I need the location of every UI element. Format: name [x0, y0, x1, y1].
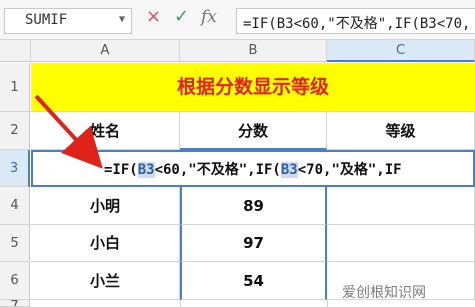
formula-part: <60,"不及格",IF( [154, 162, 281, 178]
name-box[interactable]: SUMIF ▼ [4, 8, 132, 34]
formula-text: =IF(B3<60,"不及格",IF(B3<70, [243, 16, 471, 32]
column-header-c[interactable]: C [327, 40, 475, 62]
column-header-a[interactable]: A [31, 40, 180, 62]
name-cell[interactable]: 小明 [31, 187, 180, 225]
insert-function-icon[interactable]: fx [201, 7, 217, 27]
name-box-value: SUMIF [25, 12, 68, 28]
score-cell[interactable]: 54 [180, 262, 327, 300]
header-name-cell[interactable]: 姓名 [31, 112, 180, 150]
grid-line [327, 300, 328, 307]
row-header-2[interactable]: 2 [0, 112, 30, 150]
grade-cell[interactable] [327, 187, 475, 225]
row-header-5[interactable]: 5 [0, 225, 30, 262]
grade-cell[interactable] [327, 225, 475, 262]
row-header-1[interactable]: 1 [0, 63, 30, 112]
score-cell[interactable]: 97 [180, 225, 327, 262]
formula-part: =IF( [104, 162, 138, 178]
row-header-4[interactable]: 4 [0, 187, 30, 225]
row-header-3[interactable]: 3 [0, 150, 30, 187]
cell-reference-b3: B3 [137, 162, 155, 178]
watermark: 爱创根知识网 [342, 285, 426, 301]
cancel-icon[interactable]: × [146, 6, 161, 27]
formula-part: <70,"及格",IF [297, 162, 402, 178]
formula-input[interactable]: =IF(B3<60,"不及格",IF(B3<70, [236, 8, 475, 34]
in-cell-formula[interactable]: =IF(B3<60,"不及格",IF(B3<70,"及格",IF [104, 159, 402, 179]
header-grade-cell[interactable]: 等级 [327, 112, 475, 150]
name-cell[interactable]: 小白 [31, 225, 180, 262]
chevron-down-icon[interactable]: ▼ [119, 14, 125, 25]
column-header-b[interactable]: B [180, 40, 327, 62]
row-header-6[interactable]: 6 [0, 262, 30, 300]
cell-reference-b3: B3 [280, 162, 298, 178]
header-score-cell[interactable]: 分数 [180, 112, 327, 150]
grid-line [180, 300, 181, 307]
score-cell[interactable]: 89 [180, 187, 327, 225]
name-cell[interactable]: 小兰 [31, 262, 180, 300]
row-header-7[interactable]: 7 [0, 300, 30, 307]
enter-icon[interactable]: ✓ [174, 6, 189, 27]
select-all-corner[interactable] [0, 40, 31, 62]
title-cell[interactable]: 根据分数显示等级 [31, 63, 475, 112]
